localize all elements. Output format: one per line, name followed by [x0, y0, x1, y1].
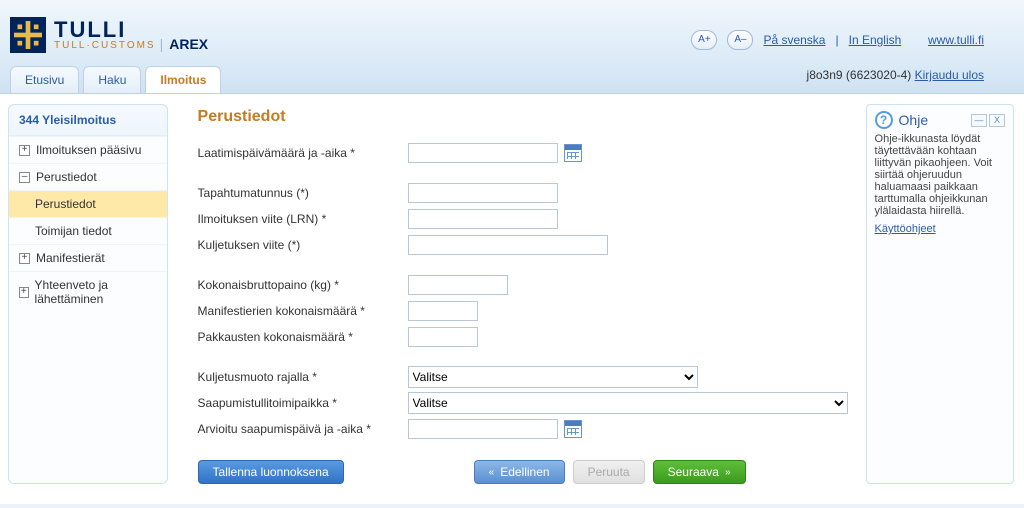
save-draft-button[interactable]: Tallenna luonnoksena: [198, 460, 344, 484]
calendar-icon[interactable]: [564, 144, 582, 162]
input-lrn[interactable]: [408, 209, 558, 229]
label-packages-total: Pakkausten kokonaismäärä *: [198, 330, 408, 344]
chevron-right-icon: »: [725, 467, 731, 478]
app-name: AREX: [169, 36, 208, 52]
sidebar-item-manifest[interactable]: + Manifestierät: [9, 244, 167, 271]
external-site-link[interactable]: www.tulli.fi: [928, 33, 984, 47]
app-separator: |: [160, 36, 164, 52]
font-increase-button[interactable]: A+: [691, 30, 717, 50]
input-transport-ref[interactable]: [408, 235, 608, 255]
logout-link[interactable]: Kirjaudu ulos: [915, 68, 984, 82]
lang-sv-link[interactable]: På svenska: [763, 33, 825, 47]
logo-mark: [10, 17, 46, 53]
section-title: Perustiedot: [198, 108, 848, 126]
sidebar-sub-basic-info[interactable]: Perustiedot: [9, 190, 167, 217]
expand-icon: +: [19, 145, 30, 156]
select-border-mode[interactable]: Valitse: [408, 366, 698, 388]
label-date-created: Laatimispäivämäärä ja -aika *: [198, 146, 408, 160]
button-label: Edellinen: [500, 465, 549, 479]
tab-search[interactable]: Haku: [83, 66, 141, 93]
label-event-id: Tapahtumatunnus (*): [198, 186, 408, 200]
label-eta: Arvioitu saapumispäivä ja -aika *: [198, 422, 408, 436]
label-transport-ref: Kuljetuksen viite (*): [198, 238, 408, 252]
label-border-mode: Kuljetusmuoto rajalla *: [198, 370, 408, 384]
app-logo: TULLI TULL·CUSTOMS: [10, 17, 156, 53]
tab-declare[interactable]: Ilmoitus: [145, 66, 221, 93]
input-event-id[interactable]: [408, 183, 558, 203]
logo-sub-text: TULL·CUSTOMS: [54, 41, 156, 51]
button-label: Seuraava: [668, 465, 719, 479]
input-eta[interactable]: [408, 419, 558, 439]
sidebar-item-label: Perustiedot: [36, 170, 97, 184]
sidebar-sub-operator-info[interactable]: Toimijan tiedot: [9, 217, 167, 244]
sidebar-item-main-page[interactable]: + Ilmoituksen pääsivu: [9, 136, 167, 163]
next-button[interactable]: Seuraava »: [653, 460, 746, 484]
expand-icon: +: [19, 287, 29, 298]
tab-home[interactable]: Etusivu: [10, 66, 79, 93]
input-manifest-total[interactable]: [408, 301, 478, 321]
calendar-icon[interactable]: [564, 420, 582, 438]
sidebar-item-label: Ilmoituksen pääsivu: [36, 143, 141, 157]
chevron-left-icon: «: [489, 467, 495, 478]
close-icon[interactable]: X: [989, 114, 1005, 127]
sidebar-item-label: Manifestierät: [36, 251, 105, 265]
help-panel: ? Ohje — X Ohje-ikkunasta löydät täytett…: [866, 104, 1014, 484]
sidebar-item-label: Yhteenveto ja lähettäminen: [35, 278, 157, 306]
help-icon: ?: [875, 111, 893, 129]
input-packages-total[interactable]: [408, 327, 478, 347]
prev-button[interactable]: « Edellinen: [474, 460, 565, 484]
help-manual-link[interactable]: Käyttöohjeet: [875, 223, 936, 235]
label-manifest-total: Manifestierien kokonaismäärä *: [198, 304, 408, 318]
label-arrival-office: Saapumistullitoimipaikka *: [198, 396, 408, 410]
collapse-icon: –: [19, 172, 30, 183]
sidebar-heading: 344 Yleisilmoitus: [9, 105, 167, 136]
expand-icon: +: [19, 253, 30, 264]
minimize-icon[interactable]: —: [971, 114, 987, 127]
label-lrn: Ilmoituksen viite (LRN) *: [198, 212, 408, 226]
select-arrival-office[interactable]: Valitse: [408, 392, 848, 414]
button-label: Peruuta: [588, 465, 630, 479]
button-label: Tallenna luonnoksena: [213, 465, 329, 479]
help-body: Ohje-ikkunasta löydät täytettävään kohta…: [875, 133, 1005, 217]
sidebar-item-summary-send[interactable]: + Yhteenveto ja lähettäminen: [9, 271, 167, 312]
input-date-created[interactable]: [408, 143, 558, 163]
lang-en-link[interactable]: In English: [849, 33, 902, 47]
lang-separator: |: [835, 33, 838, 47]
label-gross-kg: Kokonaisbruttopaino (kg) *: [198, 278, 408, 292]
sidebar-item-basic-info[interactable]: – Perustiedot: [9, 163, 167, 190]
sidebar: 344 Yleisilmoitus + Ilmoituksen pääsivu …: [8, 104, 168, 484]
user-info: j8o3n9 (6623020-4): [807, 68, 912, 82]
input-gross-kg[interactable]: [408, 275, 508, 295]
logo-main-text: TULLI: [54, 19, 156, 41]
font-decrease-button[interactable]: A–: [727, 30, 753, 50]
cancel-button: Peruuta: [573, 460, 645, 484]
help-title: Ohje: [899, 112, 929, 128]
